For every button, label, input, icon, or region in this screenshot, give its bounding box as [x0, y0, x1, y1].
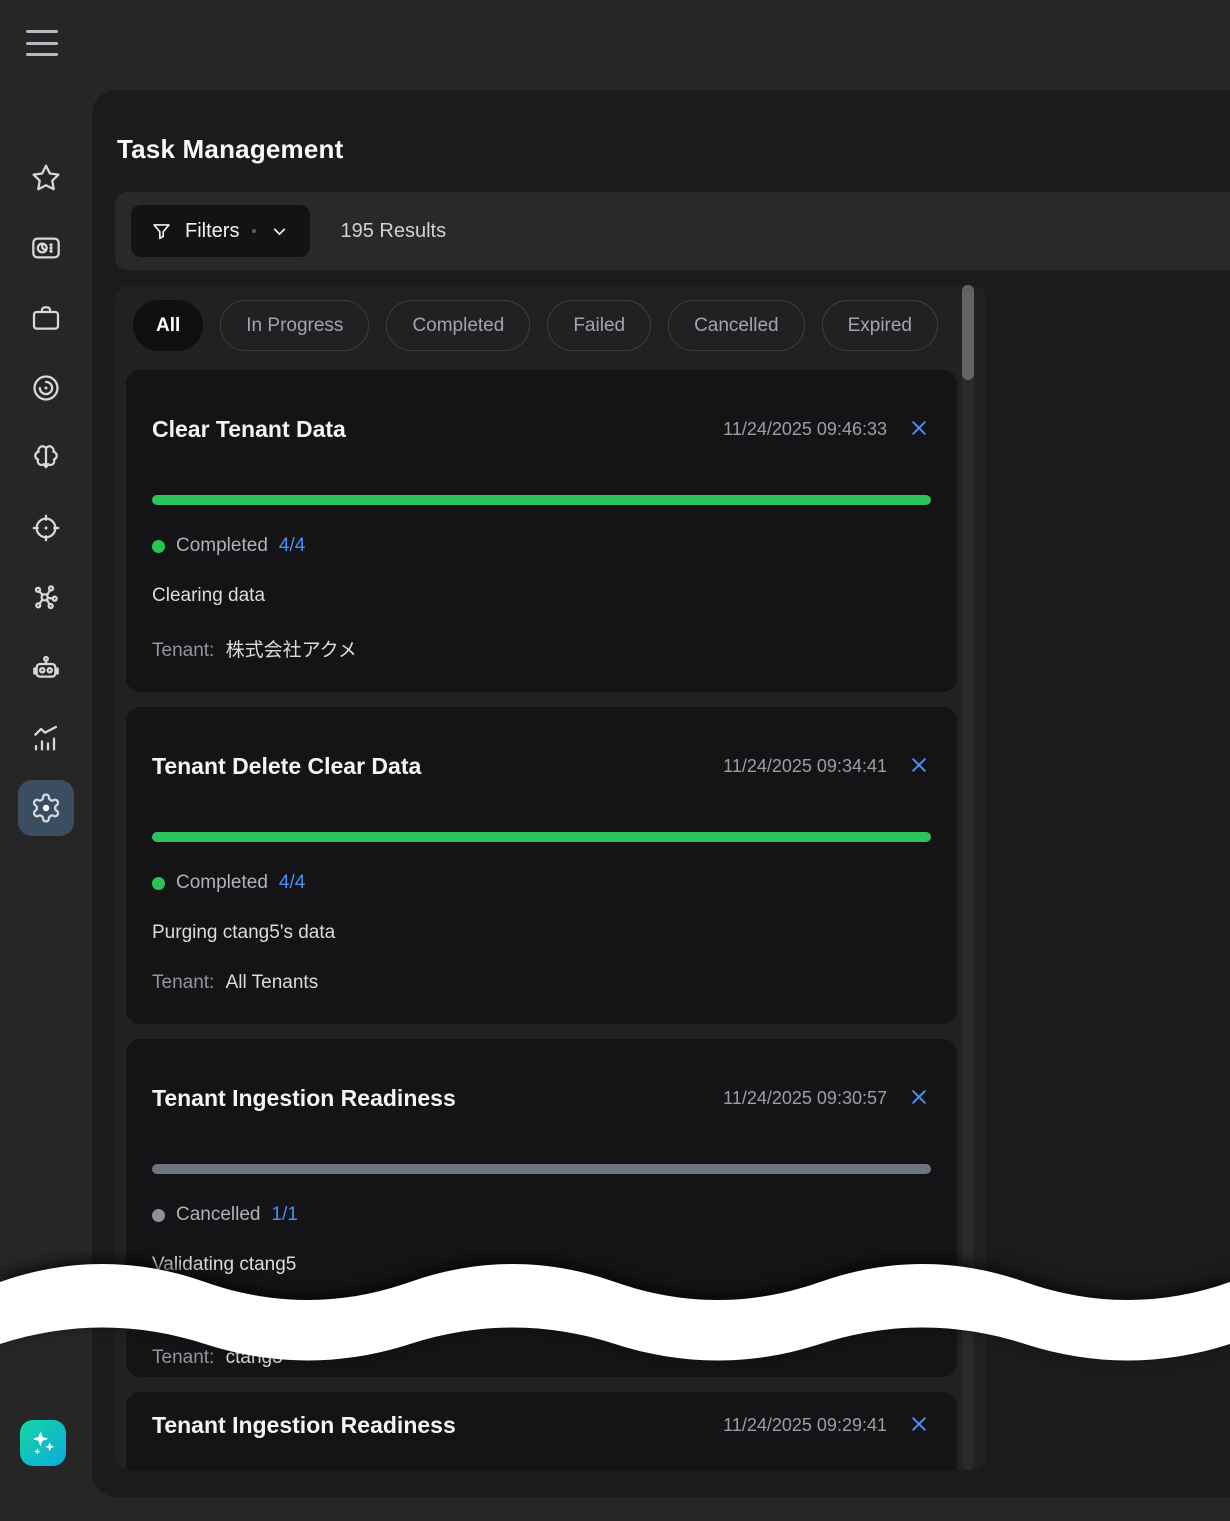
tab-failed[interactable]: Failed — [547, 300, 651, 351]
status-count: 4/4 — [279, 872, 305, 894]
page-title: Task Management — [117, 134, 343, 165]
main-panel: Task Management Filters 195 Results All … — [92, 90, 1230, 1497]
tab-all[interactable]: All — [133, 300, 203, 351]
tab-cancelled[interactable]: Cancelled — [668, 300, 805, 351]
close-icon[interactable] — [907, 418, 931, 442]
task-title: Tenant Ingestion Readiness — [152, 1412, 456, 1439]
app-window: { "window": { "title": "Task Management"… — [0, 0, 1230, 1521]
brain-icon — [30, 442, 62, 474]
sidebar-nav — [18, 150, 74, 850]
sidebar-item-settings[interactable] — [18, 780, 74, 836]
analytics-chart-icon — [30, 722, 62, 754]
tenant-value: ctang3 — [226, 1347, 283, 1368]
crosshair-icon — [30, 512, 62, 544]
status-label: Cancelled — [176, 1204, 261, 1226]
progress-bar — [152, 1164, 931, 1174]
sidebar-item-reports[interactable] — [18, 220, 74, 276]
status-count: 4/4 — [279, 535, 305, 557]
task-card: Clear Tenant Data 11/24/2025 09:46:33 Co… — [126, 370, 957, 692]
task-card-fragment: Tenant: ctang3 — [126, 1321, 957, 1377]
filters-button[interactable]: Filters — [131, 205, 310, 257]
status-count: 1/1 — [272, 1204, 298, 1226]
task-card: Tenant Ingestion Readiness 11/24/2025 09… — [126, 1039, 957, 1306]
task-timestamp: 11/24/2025 09:34:41 — [723, 756, 887, 777]
star-icon — [30, 162, 62, 194]
tab-expired[interactable]: Expired — [822, 300, 938, 351]
briefcase-icon — [30, 302, 62, 334]
sparkles-icon — [28, 1428, 58, 1458]
status-dot — [152, 1209, 165, 1222]
close-icon[interactable] — [907, 1087, 931, 1111]
robot-icon — [30, 652, 62, 684]
progress-bar — [152, 832, 931, 842]
status-filter-chips: All In Progress Completed Failed Cancell… — [115, 285, 987, 351]
scrollbar-track[interactable] — [962, 370, 974, 1470]
tenant-label: Tenant: — [152, 640, 214, 661]
sidebar-item-bot[interactable] — [18, 640, 74, 696]
task-title: Clear Tenant Data — [152, 416, 346, 443]
sidebar-item-favorites[interactable] — [18, 150, 74, 206]
tenant-row: Tenant: All Tenants — [152, 972, 931, 994]
sidebar-item-projects[interactable] — [18, 290, 74, 346]
task-title: Tenant Delete Clear Data — [152, 753, 421, 780]
task-timestamp: 11/24/2025 09:29:41 — [723, 1415, 887, 1436]
tenant-row: Tenant: 株式会社アクメ — [152, 635, 931, 662]
sidebar-item-ai[interactable] — [18, 430, 74, 486]
funnel-icon — [151, 221, 172, 242]
separator-dot — [252, 229, 256, 233]
filter-bar: Filters 195 Results — [115, 192, 1230, 270]
tenant-label: Tenant: — [152, 972, 214, 993]
progress-bar — [152, 495, 931, 505]
close-icon[interactable] — [907, 1414, 931, 1438]
task-card-partial: Tenant Ingestion Readiness 11/24/2025 09… — [126, 1392, 957, 1470]
status-dot — [152, 877, 165, 890]
tenant-value: 株式会社アクメ — [226, 640, 357, 661]
status-label: Completed — [176, 535, 268, 557]
chevron-down-icon — [269, 221, 290, 242]
task-step: Clearing data — [152, 585, 931, 607]
network-nodes-icon — [30, 582, 62, 614]
task-timestamp: 11/24/2025 09:30:57 — [723, 1088, 887, 1109]
task-title: Tenant Ingestion Readiness — [152, 1085, 456, 1112]
sidebar-item-target[interactable] — [18, 500, 74, 556]
scrollbar-thumb[interactable] — [962, 285, 974, 380]
status-dot — [152, 540, 165, 553]
task-list-panel: All In Progress Completed Failed Cancell… — [115, 285, 987, 1470]
sidebar-item-network[interactable] — [18, 570, 74, 626]
tenant-value: All Tenants — [226, 972, 319, 993]
task-card: Tenant Delete Clear Data 11/24/2025 09:3… — [126, 707, 957, 1024]
task-step: Purging ctang5's data — [152, 922, 931, 944]
results-count: 195 Results — [340, 220, 446, 243]
tenant-label: Tenant: — [152, 1347, 214, 1368]
sidebar-item-tracker[interactable] — [18, 360, 74, 416]
sidebar-item-analytics[interactable] — [18, 710, 74, 766]
close-icon[interactable] — [907, 755, 931, 779]
status-label: Completed — [176, 872, 268, 894]
task-timestamp: 11/24/2025 09:46:33 — [723, 419, 887, 440]
disc-icon — [30, 372, 62, 404]
tab-completed[interactable]: Completed — [386, 300, 530, 351]
menu-icon[interactable] — [26, 30, 58, 56]
tab-in-progress[interactable]: In Progress — [220, 300, 369, 351]
task-step: Validating ctang5 — [152, 1254, 931, 1276]
task-card-list: Clear Tenant Data 11/24/2025 09:46:33 Co… — [126, 370, 957, 1470]
filters-label: Filters — [185, 220, 239, 243]
gear-icon — [30, 792, 62, 824]
report-card-icon — [30, 232, 62, 264]
tenant-row: Tenant: ctang3 — [152, 1347, 931, 1369]
sidebar — [0, 0, 92, 1521]
ai-assistant-button[interactable] — [20, 1420, 66, 1466]
